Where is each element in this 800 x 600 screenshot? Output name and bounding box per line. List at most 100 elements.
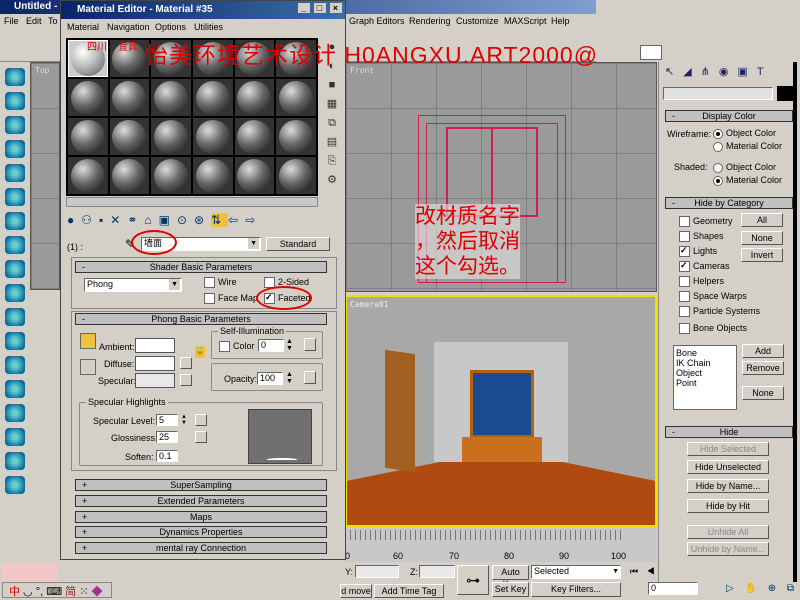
remove-button[interactable]: Remove bbox=[742, 361, 784, 375]
timeline[interactable]: 0 60 70 80 90 100 bbox=[345, 527, 657, 563]
specular-color-swatch[interactable] bbox=[135, 373, 175, 388]
lights-checkbox[interactable]: Lights bbox=[679, 245, 717, 257]
star-icon[interactable] bbox=[5, 164, 25, 182]
minimize-icon[interactable]: _ bbox=[298, 3, 311, 13]
close-icon[interactable]: × bbox=[329, 3, 342, 13]
reactor-icon[interactable] bbox=[5, 476, 25, 494]
sample-slot[interactable] bbox=[193, 118, 233, 155]
wire-checkbox[interactable]: Wire bbox=[204, 277, 237, 288]
dynamics-properties-rollout[interactable]: + Dynamics Properties bbox=[75, 526, 327, 538]
self-illum-color-checkbox[interactable]: Color bbox=[219, 341, 255, 352]
shapes-checkbox[interactable]: Shapes bbox=[679, 231, 724, 242]
spinner[interactable]: ▲ ▼ bbox=[181, 414, 187, 426]
shaded-object-color-radio[interactable]: Object Color bbox=[713, 162, 776, 173]
sample-slot[interactable] bbox=[234, 157, 275, 194]
menu-material[interactable]: Material bbox=[67, 22, 99, 32]
wind-icon[interactable] bbox=[5, 308, 25, 326]
create-icon[interactable] bbox=[5, 68, 25, 86]
y-coordinate-field[interactable] bbox=[355, 565, 399, 578]
box-icon[interactable] bbox=[5, 188, 25, 206]
diffuse-map-button[interactable] bbox=[180, 357, 192, 369]
sample-slot[interactable] bbox=[109, 157, 150, 194]
add-time-tag-button[interactable]: Add Time Tag bbox=[374, 584, 444, 598]
hide-unselected-button[interactable]: Hide Unselected bbox=[687, 460, 769, 474]
ambient-diffuse-lock-icon[interactable] bbox=[80, 333, 96, 349]
soften-field[interactable]: 0.1 bbox=[156, 450, 178, 462]
specular-level-map-button[interactable] bbox=[195, 414, 207, 426]
sample-slot[interactable] bbox=[276, 118, 316, 155]
sphere-icon[interactable] bbox=[5, 116, 25, 134]
wave-icon[interactable] bbox=[5, 356, 25, 374]
particle-icon[interactable] bbox=[5, 332, 25, 350]
hide-by-hit-button[interactable]: Hide by Hit bbox=[687, 499, 769, 513]
helpers-checkbox[interactable]: Helpers bbox=[679, 276, 724, 287]
lock-icon[interactable]: 🔒 bbox=[195, 346, 205, 358]
supersampling-rollout[interactable]: + SuperSampling bbox=[75, 479, 327, 491]
sample-slot[interactable] bbox=[151, 157, 191, 194]
sample-slot[interactable] bbox=[109, 118, 150, 155]
maximize-icon[interactable]: □ bbox=[313, 3, 327, 13]
mental-ray-connection-rollout[interactable]: + mental ray Connection bbox=[75, 542, 327, 554]
face-map-checkbox[interactable]: Face Map bbox=[204, 293, 258, 304]
ime-simplified[interactable]: 简 bbox=[65, 586, 76, 598]
viewport-top[interactable]: Top bbox=[30, 62, 60, 290]
add-button[interactable]: Add bbox=[742, 344, 784, 358]
key-filters-button[interactable]: Key Filters... bbox=[531, 582, 621, 597]
menu-file[interactable]: File bbox=[4, 16, 19, 26]
specular-level-field[interactable]: 5 bbox=[156, 414, 178, 426]
invert-button[interactable]: Invert bbox=[741, 248, 783, 262]
cylinder-icon[interactable] bbox=[5, 428, 25, 446]
material-toolbar[interactable]: ●⚇▪✕⚭⌂▣⊙⊛⇅⇦⇨ bbox=[67, 213, 337, 231]
auto-key-button[interactable]: Auto Key bbox=[492, 565, 529, 589]
shape-icon[interactable] bbox=[5, 404, 25, 422]
sample-slot[interactable] bbox=[109, 79, 150, 116]
shaded-material-color-radio[interactable]: Material Color bbox=[713, 175, 782, 186]
list-item[interactable]: IK Chain Object bbox=[676, 358, 734, 378]
key-mode-button[interactable]: ⊶ bbox=[457, 565, 489, 595]
color-swatch[interactable] bbox=[640, 45, 662, 60]
none-button[interactable]: None bbox=[741, 231, 783, 245]
panel-scrollbar[interactable] bbox=[793, 62, 797, 582]
sample-slot[interactable] bbox=[234, 79, 275, 116]
menu-help[interactable]: Help bbox=[551, 16, 570, 26]
helix-icon[interactable] bbox=[5, 380, 25, 398]
category-list[interactable]: Bone IK Chain Object Point bbox=[673, 345, 737, 410]
display-color-rollout[interactable]: - Display Color bbox=[665, 110, 793, 122]
list-item[interactable]: Point bbox=[676, 378, 734, 388]
self-illum-value-field[interactable]: 0 bbox=[258, 339, 284, 352]
shader-dropdown[interactable]: Phong ▼ bbox=[84, 278, 182, 292]
self-illum-map-button[interactable] bbox=[304, 338, 316, 351]
list-item[interactable]: Bone bbox=[676, 348, 734, 358]
specular-map-button[interactable] bbox=[180, 374, 192, 386]
menu-maxscript[interactable]: MAXScript bbox=[504, 16, 547, 26]
material-type-button[interactable]: Standard bbox=[266, 237, 330, 251]
glossiness-map-button[interactable] bbox=[195, 431, 207, 443]
hide-by-category-rollout[interactable]: - Hide by Category bbox=[665, 197, 793, 209]
paint-icon[interactable] bbox=[5, 260, 25, 278]
current-frame-field[interactable]: 0 bbox=[648, 582, 698, 595]
maps-rollout[interactable]: + Maps bbox=[75, 511, 327, 523]
z-coordinate-field[interactable] bbox=[419, 565, 455, 578]
ambient-color-swatch[interactable] bbox=[135, 338, 175, 353]
sample-slot[interactable] bbox=[276, 157, 316, 194]
menu-options[interactable]: Options bbox=[155, 22, 186, 32]
menu-edit[interactable]: Edit bbox=[26, 16, 42, 26]
bend-icon[interactable] bbox=[5, 236, 25, 254]
key-set-dropdown[interactable]: Selected ▼ bbox=[531, 565, 621, 579]
diffuse-color-swatch[interactable] bbox=[135, 356, 175, 371]
menu-graph-editors[interactable]: Graph Editors bbox=[349, 16, 405, 26]
diffuse-specular-lock-icon[interactable] bbox=[80, 359, 96, 375]
command-panel-tabs[interactable]: ↖◢⋔◉▣T bbox=[665, 65, 795, 83]
sample-slot[interactable] bbox=[68, 118, 108, 155]
cameras-checkbox[interactable]: Cameras bbox=[679, 260, 730, 272]
geometry-checkbox[interactable]: Geometry bbox=[679, 216, 733, 227]
menu-tools[interactable]: To bbox=[48, 16, 58, 26]
particle-systems-checkbox[interactable]: Particle Systems bbox=[679, 306, 760, 317]
sample-slot[interactable] bbox=[68, 79, 108, 116]
viewport-camera[interactable]: Camera01 bbox=[345, 295, 657, 527]
dynamics-icon[interactable] bbox=[5, 452, 25, 470]
unhide-all-button[interactable]: Unhide All bbox=[687, 525, 769, 539]
space-warps-checkbox[interactable]: Space Warps bbox=[679, 291, 747, 302]
all-button[interactable]: All bbox=[741, 213, 783, 227]
wireframe-object-color-radio[interactable]: Object Color bbox=[713, 128, 776, 139]
